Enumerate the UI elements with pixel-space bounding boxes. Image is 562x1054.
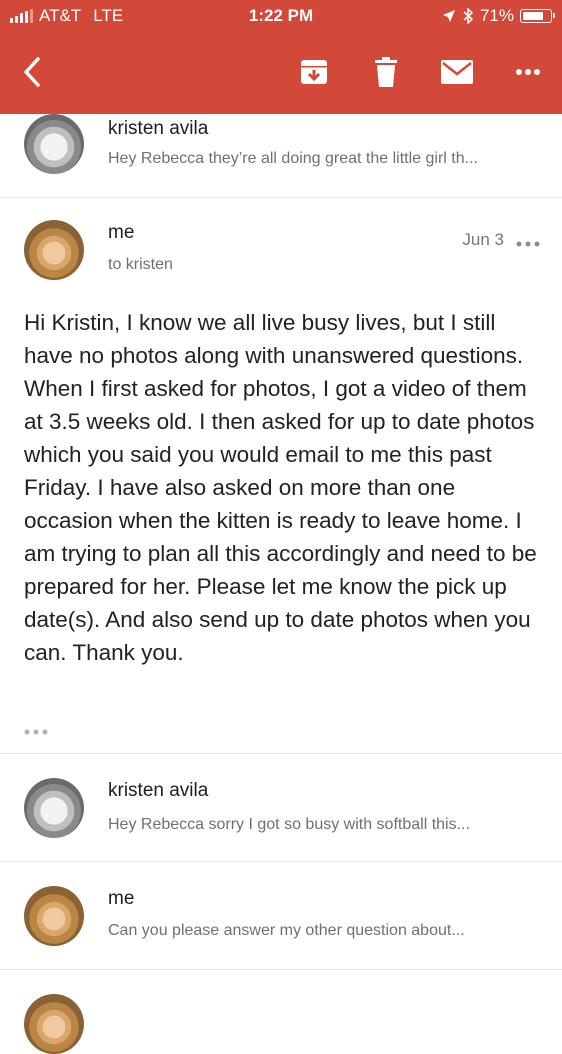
message-snippet: Hey Rebecca sorry I got so busy with sof… xyxy=(108,816,470,833)
message-date: Jun 3 xyxy=(462,230,504,249)
location-arrow-icon xyxy=(442,10,455,22)
archive-icon xyxy=(301,60,327,84)
sender-name: me xyxy=(108,888,135,909)
avatar xyxy=(24,114,84,174)
sender-name: kristen avila xyxy=(108,780,209,801)
message-collapsed[interactable] xyxy=(0,970,562,1054)
avatar xyxy=(24,886,84,946)
sender-name: me xyxy=(108,222,135,243)
more-horizontal-icon xyxy=(516,241,540,247)
back-button[interactable] xyxy=(10,50,54,94)
status-right: 71% xyxy=(442,6,555,26)
show-trimmed-content-button[interactable] xyxy=(24,722,50,740)
sender-name: kristen avila xyxy=(108,118,209,139)
message-body: Hi Kristin, I know we all live busy live… xyxy=(24,310,537,665)
envelope-icon xyxy=(441,60,473,84)
message-snippet: Hey Rebecca they’re all doing great the … xyxy=(108,150,478,167)
battery-icon xyxy=(520,9,555,23)
trash-icon xyxy=(375,57,397,87)
recipient-line[interactable]: to kristen xyxy=(108,256,173,274)
status-bar: AT&T LTE 1:22 PM 71% xyxy=(0,0,562,32)
delete-button[interactable] xyxy=(364,50,408,94)
message-collapsed[interactable]: me Can you please answer my other questi… xyxy=(0,862,562,970)
message-expanded: me to kristen Jun 3 Hi Kristin, I know w… xyxy=(0,198,562,754)
toolbar xyxy=(0,40,562,104)
chevron-left-icon xyxy=(24,57,40,87)
message-collapsed[interactable]: kristen avila Hey Rebecca sorry I got so… xyxy=(0,754,562,862)
battery-percent: 71% xyxy=(479,6,514,25)
mark-unread-button[interactable] xyxy=(435,50,479,94)
avatar xyxy=(24,994,84,1054)
bluetooth-icon xyxy=(463,8,474,24)
message-collapsed[interactable]: kristen avila Hey Rebecca they’re all do… xyxy=(0,114,562,198)
avatar xyxy=(24,220,84,280)
message-snippet: Can you please answer my other question … xyxy=(108,922,465,939)
message-options-button[interactable] xyxy=(516,234,540,252)
app-bar: AT&T LTE 1:22 PM 71% xyxy=(0,0,562,114)
ellipsis-icon xyxy=(24,729,48,735)
archive-button[interactable] xyxy=(292,50,336,94)
more-options-button[interactable] xyxy=(506,50,550,94)
more-horizontal-icon xyxy=(516,69,540,75)
avatar xyxy=(24,778,84,838)
